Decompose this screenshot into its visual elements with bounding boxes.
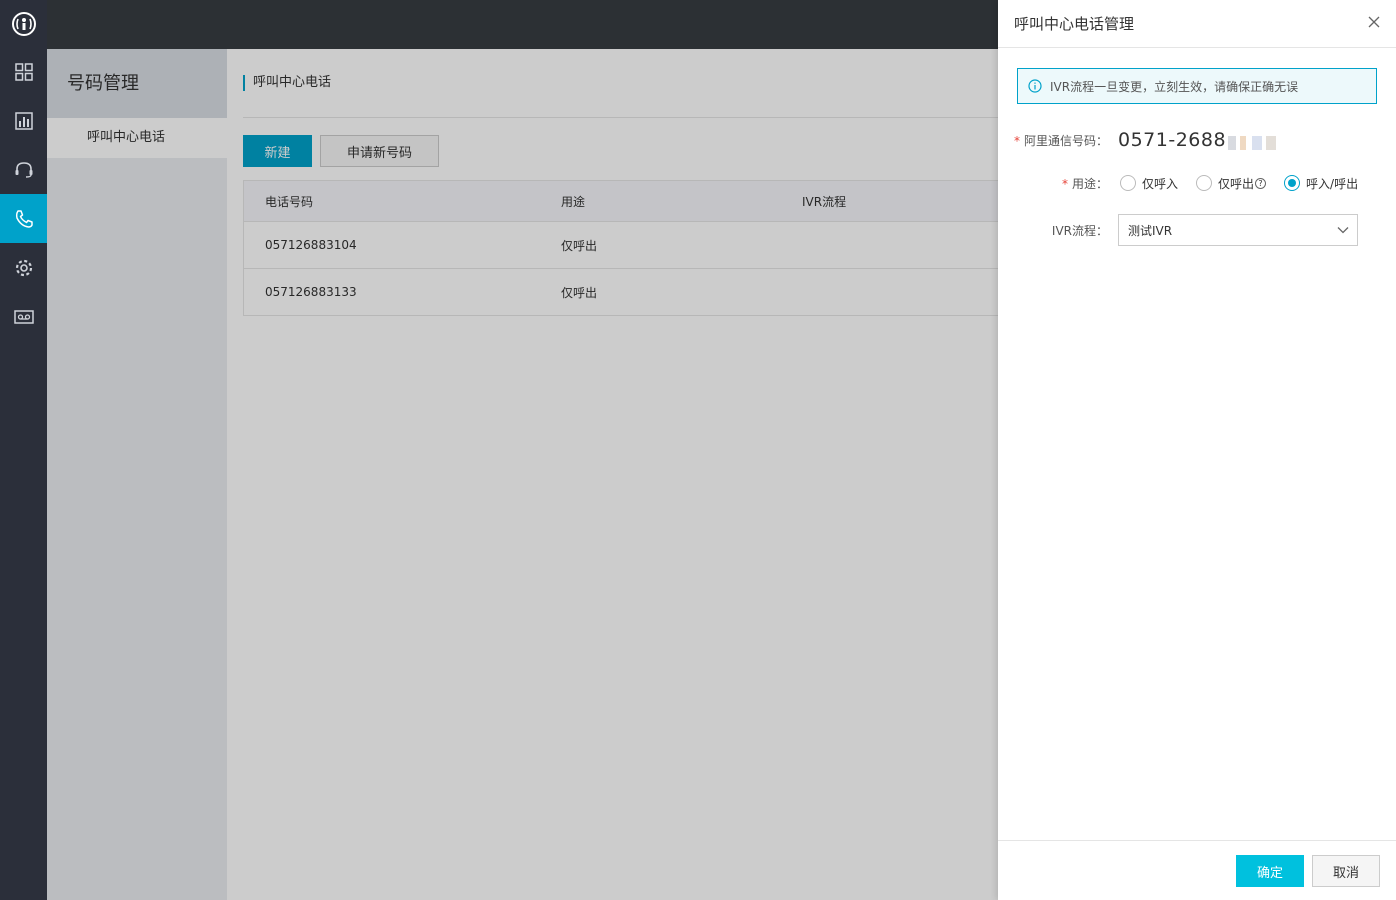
radio-dot	[1120, 175, 1136, 191]
chevron-down-icon	[1337, 227, 1349, 234]
number-row: * 阿里通信号码： 0571-2688	[998, 126, 1277, 154]
required-mark: *	[1013, 133, 1020, 148]
headset-icon	[15, 161, 32, 178]
radio-dot	[1196, 175, 1213, 191]
usage-row: * 用途： 仅呼入 仅呼出? 呼入/呼出	[998, 172, 1376, 194]
drawer-title: 呼叫中心电话管理	[1014, 15, 1135, 33]
dashboard-icon	[14, 62, 33, 81]
voicemail-icon	[13, 309, 34, 324]
confirm-button[interactable]: 确定	[1236, 855, 1304, 887]
icon-rail	[0, 0, 47, 900]
edit-drawer: 呼叫中心电话管理 IVR流程一旦变更，立刻生效，请确保正确无误 * 阿里通信号码：…	[998, 0, 1396, 900]
radio-label: 仅呼入	[1142, 176, 1179, 191]
sidebar-item-phone[interactable]	[0, 194, 47, 243]
sidebar-item-dashboard[interactable]	[0, 47, 47, 96]
usage-radio-group: 仅呼入 仅呼出? 呼入/呼出	[1120, 175, 1376, 192]
ivr-label: IVR流程：	[1051, 223, 1108, 238]
ivr-selected-value: 测试IVR	[1128, 223, 1173, 238]
number-label-text: 阿里通信号码：	[1023, 133, 1108, 148]
sidebar-item-service[interactable]	[0, 145, 47, 194]
number-label: * 阿里通信号码：	[998, 132, 1108, 149]
number-value: 0571-2688	[1118, 129, 1227, 151]
phone-icon	[15, 209, 33, 228]
ivr-select[interactable]: 测试IVR	[1118, 214, 1358, 246]
radio-dot-selected	[1284, 175, 1301, 191]
radio-inbound-only[interactable]: 仅呼入	[1120, 175, 1178, 192]
gear-icon	[15, 259, 32, 276]
sidebar-item-recordings[interactable]	[0, 292, 47, 341]
overlay-mask[interactable]	[47, 0, 998, 900]
info-icon	[1028, 79, 1042, 93]
radio-label: 呼入/呼出	[1306, 176, 1359, 191]
sidebar-item-reports[interactable]	[0, 96, 47, 145]
number-value-wrap: 0571-2688	[1118, 129, 1277, 151]
close-icon[interactable]	[1366, 14, 1382, 30]
usage-label: * 用途：	[998, 175, 1108, 192]
radio-label: 仅呼出	[1218, 176, 1255, 191]
radio-inbound-outbound[interactable]: 呼入/呼出	[1284, 175, 1358, 192]
redacted-digits	[1228, 135, 1277, 150]
logo[interactable]	[0, 0, 47, 47]
notice-banner: IVR流程一旦变更，立刻生效，请确保正确无误	[1017, 68, 1377, 104]
notice-text: IVR流程一旦变更，立刻生效，请确保正确无误	[1050, 79, 1299, 94]
broadcast-logo-icon	[11, 11, 36, 36]
drawer-footer: 确定 取消	[998, 840, 1396, 900]
drawer-header: 呼叫中心电话管理	[998, 0, 1396, 48]
cancel-button[interactable]: 取消	[1312, 855, 1380, 887]
usage-label-text: 用途：	[1071, 176, 1108, 191]
required-mark: *	[1061, 176, 1068, 191]
help-icon[interactable]: ?	[1255, 177, 1267, 189]
radio-outbound-only[interactable]: 仅呼出?	[1196, 175, 1267, 192]
sidebar-item-settings[interactable]	[0, 243, 47, 292]
ivr-row: IVR流程： 测试IVR	[998, 214, 1358, 246]
chart-icon	[14, 111, 33, 130]
